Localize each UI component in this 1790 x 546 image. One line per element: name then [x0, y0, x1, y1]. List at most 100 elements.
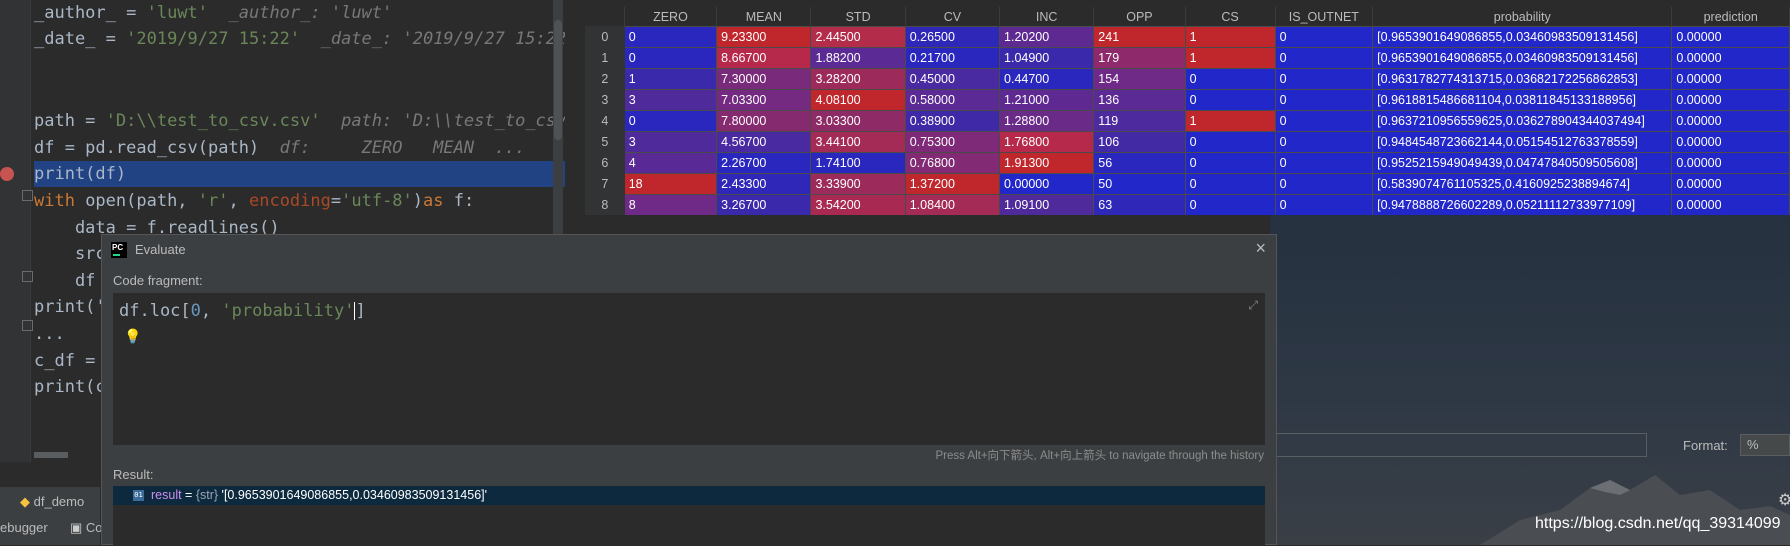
table-cell[interactable]: 1: [1184, 110, 1276, 132]
column-header[interactable]: ZERO: [624, 7, 718, 27]
table-row[interactable]: 7 18 2.43300 3.33900 1.37200 0.00000 50 0 0 [0.58…: [585, 173, 1790, 195]
table-cell[interactable]: 2.43300: [716, 173, 812, 195]
breakpoint-icon[interactable]: [0, 167, 14, 181]
code-line[interactable]: _date_ = '2019/9/27 15:22' _date_: '2019…: [34, 26, 565, 52]
table-cell[interactable]: 0: [1184, 152, 1276, 174]
table-cell[interactable]: [0.5839074761105325,0.4160925238894674]: [1372, 173, 1673, 195]
table-cell[interactable]: 0.00000: [999, 173, 1095, 195]
column-header[interactable]: prediction: [1671, 7, 1790, 27]
dataframe-viewer[interactable]: ZERO MEAN STD CV INC OPP CS IS_OUTNET probabilit…: [585, 0, 1790, 215]
table-cell[interactable]: 9.23300: [716, 26, 812, 48]
column-header[interactable]: CV: [905, 7, 1001, 27]
column-header[interactable]: CS: [1185, 7, 1276, 27]
table-cell[interactable]: 0.00000: [1671, 89, 1790, 111]
table-cell[interactable]: 0: [1274, 194, 1374, 215]
table-cell[interactable]: [0.9478888726602289,0.05211112733977109]: [1372, 194, 1673, 215]
table-cell[interactable]: 0.26500: [904, 26, 1001, 48]
table-cell[interactable]: 4.08100: [810, 89, 906, 111]
table-row[interactable]: 5 3 4.56700 3.44100 0.75300 1.76800 106 0 0 [0.94…: [585, 131, 1790, 153]
editor-scrollbar-thumb[interactable]: [554, 20, 562, 140]
table-cell[interactable]: 1.28800: [999, 110, 1095, 132]
table-cell[interactable]: 56: [1093, 152, 1186, 174]
column-header[interactable]: IS_OUTNET: [1275, 7, 1374, 27]
table-cell[interactable]: 63: [1093, 194, 1186, 215]
table-cell[interactable]: 0: [1274, 173, 1374, 195]
table-cell[interactable]: 18: [623, 173, 718, 195]
table-cell[interactable]: 1.08400: [904, 194, 1001, 215]
table-cell[interactable]: 106: [1093, 131, 1186, 153]
code-fragment-input[interactable]: df.loc[0, 'probability'] 💡 ⤢: [113, 293, 1265, 445]
table-cell[interactable]: 119: [1093, 110, 1186, 132]
table-cell[interactable]: 7.80000: [716, 110, 812, 132]
table-cell[interactable]: 1: [1184, 26, 1276, 48]
table-cell[interactable]: 0: [1274, 47, 1374, 69]
table-cell[interactable]: 0.38900: [904, 110, 1001, 132]
table-cell[interactable]: 0.00000: [1671, 131, 1790, 153]
table-row[interactable]: 8 8 3.26700 3.54200 1.08400 1.09100 63 0 0 [0.947…: [585, 194, 1790, 215]
table-cell[interactable]: 0: [1274, 89, 1374, 111]
table-cell[interactable]: 50: [1093, 173, 1186, 195]
column-header[interactable]: OPP: [1093, 7, 1186, 27]
table-cell[interactable]: 0.45000: [904, 68, 1001, 90]
table-cell[interactable]: 3.54200: [810, 194, 906, 215]
table-cell[interactable]: 7.03300: [716, 89, 812, 111]
table-cell[interactable]: 4.56700: [716, 131, 812, 153]
table-row[interactable]: 6 4 2.26700 1.74100 0.76800 1.91300 56 0 0 [0.952…: [585, 152, 1790, 174]
table-cell[interactable]: 0.00000: [1671, 173, 1790, 195]
table-cell[interactable]: [0.9484548723662144,0.05154512763378559]: [1372, 131, 1673, 153]
column-header[interactable]: MEAN: [716, 7, 812, 27]
code-fragment-text[interactable]: df.loc[0, 'probability']: [119, 301, 366, 321]
table-cell[interactable]: 0: [623, 47, 718, 69]
result-panel[interactable]: 01 result = {str} '[0.9653901649086855,0…: [113, 486, 1265, 546]
expand-icon[interactable]: ⤢: [1248, 298, 1258, 313]
gear-icon[interactable]: ⚙: [1778, 490, 1790, 509]
editor-horizontal-scrollbar[interactable]: [34, 452, 68, 458]
table-cell[interactable]: 0: [1184, 89, 1276, 111]
table-cell[interactable]: 1.91300: [999, 152, 1095, 174]
table-cell[interactable]: [0.9637210956559625,0.036278904344037494…: [1372, 110, 1673, 132]
code-line[interactable]: df = pd.read_csv(path) df: ZERO MEAN ...: [34, 135, 565, 161]
table-cell[interactable]: 0: [1274, 152, 1374, 174]
code-line[interactable]: _author_ = 'luwt' _author_: 'luwt': [34, 0, 565, 26]
table-cell[interactable]: 1: [1184, 47, 1276, 69]
table-cell[interactable]: [0.9631782774313715,0.03682172256862853]: [1372, 68, 1673, 90]
table-cell[interactable]: 179: [1093, 47, 1186, 69]
table-cell[interactable]: 0.00000: [1671, 194, 1790, 215]
table-row[interactable]: 1 0 8.66700 1.88200 0.21700 1.04900 179 1 0 [0.96…: [585, 47, 1790, 69]
table-cell[interactable]: 1.74100: [810, 152, 906, 174]
table-cell[interactable]: 0: [1184, 173, 1276, 195]
table-cell[interactable]: 3.33900: [810, 173, 906, 195]
table-cell[interactable]: 3.44100: [810, 131, 906, 153]
table-cell[interactable]: 0.00000: [1671, 152, 1790, 174]
tab-df-demo[interactable]: ◆ df_demo: [20, 490, 84, 514]
table-cell[interactable]: 0: [1184, 68, 1276, 90]
table-cell[interactable]: 4: [623, 152, 718, 174]
table-row[interactable]: 4 0 7.80000 3.03300 0.38900 1.28800 119 1 0 [0.96…: [585, 110, 1790, 132]
table-cell[interactable]: [0.9618815486681104,0.03811845133188956]: [1372, 89, 1673, 111]
table-cell[interactable]: 154: [1093, 68, 1186, 90]
table-row[interactable]: 0 0 9.23300 2.44500 0.26500 1.20200 241 1 0 [0.96…: [585, 26, 1790, 48]
fold-icon[interactable]: [22, 271, 33, 282]
column-header[interactable]: INC: [999, 7, 1095, 27]
table-cell[interactable]: 0.00000: [1671, 47, 1790, 69]
table-cell[interactable]: 0.75300: [904, 131, 1001, 153]
table-cell[interactable]: 0: [1274, 68, 1374, 90]
table-cell[interactable]: 1.04900: [999, 47, 1095, 69]
code-line[interactable]: path = 'D:\\test_to_csv.csv' path: 'D:\\…: [34, 108, 565, 134]
tab-console[interactable]: ▣ Co: [70, 516, 103, 540]
table-cell[interactable]: 1.09100: [999, 194, 1095, 215]
lightbulb-icon[interactable]: 💡: [124, 328, 141, 345]
editor-gutter[interactable]: [0, 0, 31, 462]
table-cell[interactable]: 0.44700: [999, 68, 1095, 90]
table-cell[interactable]: 8.66700: [716, 47, 812, 69]
table-cell[interactable]: 3: [623, 131, 718, 153]
table-cell[interactable]: 1: [623, 68, 718, 90]
table-cell[interactable]: 136: [1093, 89, 1186, 111]
table-cell[interactable]: 0: [1274, 110, 1374, 132]
table-cell[interactable]: 1.37200: [904, 173, 1001, 195]
table-cell[interactable]: 1.88200: [810, 47, 906, 69]
table-row[interactable]: 2 1 7.30000 3.28200 0.45000 0.44700 154 0 0 [0.96…: [585, 68, 1790, 90]
result-row[interactable]: 01 result = {str} '[0.9653901649086855,0…: [113, 486, 1265, 505]
table-cell[interactable]: [0.9653901649086855,0.03460983509131456]: [1372, 26, 1673, 48]
table-cell[interactable]: 0: [1274, 131, 1374, 153]
